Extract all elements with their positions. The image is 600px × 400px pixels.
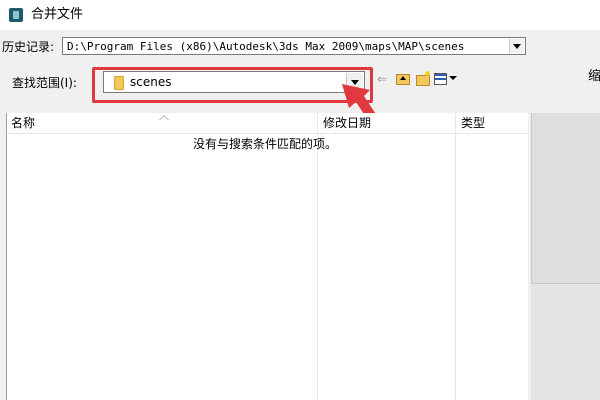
folder-icon <box>114 76 124 90</box>
column-divider <box>317 113 318 400</box>
history-dropdown-arrow-icon[interactable] <box>509 39 524 53</box>
preview-thumbnail-area <box>531 113 600 284</box>
file-list[interactable]: 名称 修改日期 类型 没有与搜索条件匹配的项。 <box>6 113 528 400</box>
column-header-type[interactable]: 类型 <box>461 116 485 130</box>
window-title: 合并文件 <box>31 7 84 22</box>
column-header-date[interactable]: 修改日期 <box>323 116 371 130</box>
file-list-header: 名称 修改日期 类型 <box>7 113 528 134</box>
view-menu-icon[interactable] <box>434 72 458 86</box>
history-dropdown[interactable]: D:\Program Files (x86)\Autodesk\3ds Max … <box>62 37 526 55</box>
cut-off-label: 缩 <box>588 69 600 84</box>
history-value: D:\Program Files (x86)\Autodesk\3ds Max … <box>67 40 465 53</box>
lookin-dropdown[interactable]: scenes <box>103 71 365 93</box>
preview-pane <box>531 113 600 400</box>
sort-ascending-icon <box>159 115 169 121</box>
history-label: 历史记录: <box>2 40 55 54</box>
column-header-name[interactable]: 名称 <box>11 116 35 130</box>
lookin-label: 查找范围(I): <box>12 76 77 90</box>
lookin-value: scenes <box>130 75 172 89</box>
title-bar: 合并文件 <box>0 0 600 30</box>
empty-list-message: 没有与搜索条件匹配的项。 <box>193 137 338 151</box>
app-icon <box>9 8 23 22</box>
column-divider <box>455 113 456 400</box>
